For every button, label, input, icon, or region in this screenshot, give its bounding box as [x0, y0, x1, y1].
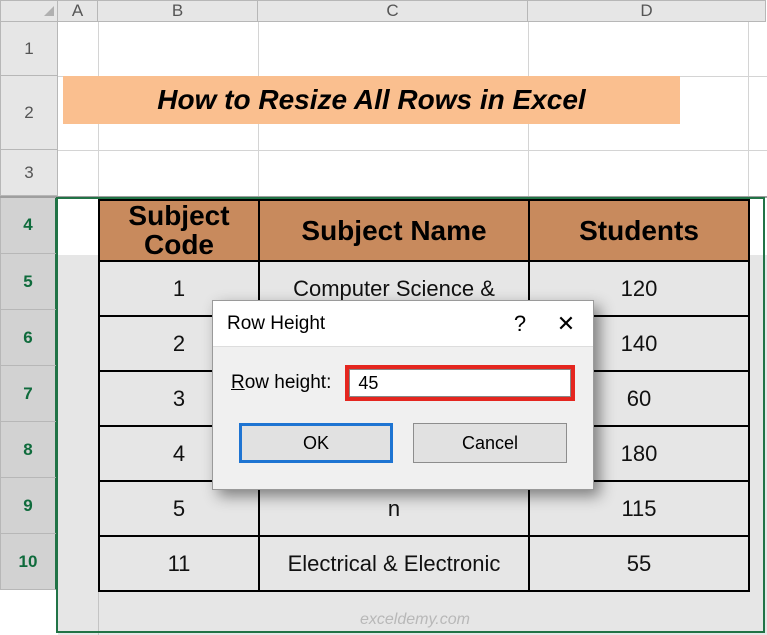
gridline [58, 150, 767, 151]
header-subject-name[interactable]: Subject Name [259, 200, 529, 261]
table-header-row: Subject Code Subject Name Students [99, 200, 749, 261]
cell-code[interactable]: 11 [99, 536, 259, 591]
dialog-close-button[interactable]: ✕ [543, 304, 589, 344]
row-height-input-highlight [345, 365, 575, 401]
ok-button[interactable]: OK [239, 423, 393, 463]
row-header-7[interactable]: 7 [0, 366, 58, 422]
close-icon: ✕ [557, 311, 575, 337]
row-header-5[interactable]: 5 [0, 254, 58, 310]
cell-students[interactable]: 55 [529, 536, 749, 591]
cancel-button[interactable]: Cancel [413, 423, 567, 463]
row-header-3[interactable]: 3 [0, 150, 58, 196]
cell-name[interactable]: Electrical & Electronic [259, 536, 529, 591]
dialog-help-button[interactable]: ? [497, 304, 543, 344]
active-cell-highlight [58, 199, 98, 255]
dialog-titlebar[interactable]: Row Height ? ✕ [213, 301, 593, 347]
row-header-8[interactable]: 8 [0, 422, 58, 478]
row-header-2[interactable]: 2 [0, 76, 58, 150]
column-header-C[interactable]: C [258, 0, 528, 22]
header-students[interactable]: Students [529, 200, 749, 261]
column-header-B[interactable]: B [98, 0, 258, 22]
dialog-body: Row height: OK Cancel [213, 347, 593, 477]
row-height-dialog: Row Height ? ✕ Row height: OK Cancel [212, 300, 594, 490]
row-header-6[interactable]: 6 [0, 310, 58, 366]
watermark-text: exceldemy.com [360, 611, 470, 629]
dialog-title: Row Height [227, 313, 325, 335]
header-subject-code[interactable]: Subject Code [99, 200, 259, 261]
column-header-D[interactable]: D [528, 0, 766, 22]
column-header-A[interactable]: A [58, 0, 98, 22]
page-title: How to Resize All Rows in Excel [63, 76, 680, 124]
row-header-4[interactable]: 4 [0, 196, 58, 254]
row-header-9[interactable]: 9 [0, 478, 58, 534]
select-all-corner[interactable] [0, 0, 58, 22]
table-row: 11 Electrical & Electronic 55 [99, 536, 749, 591]
freeze-pane-divider [0, 196, 767, 198]
row-header-column: 1 2 3 4 5 6 7 8 9 10 [0, 22, 58, 590]
row-height-label: Row height: [231, 372, 331, 394]
row-height-input[interactable] [349, 369, 571, 397]
row-header-1[interactable]: 1 [0, 22, 58, 76]
gridline [748, 22, 749, 196]
row-header-10[interactable]: 10 [0, 534, 58, 590]
help-icon: ? [514, 311, 526, 337]
column-header-row: A B C D [0, 0, 767, 22]
